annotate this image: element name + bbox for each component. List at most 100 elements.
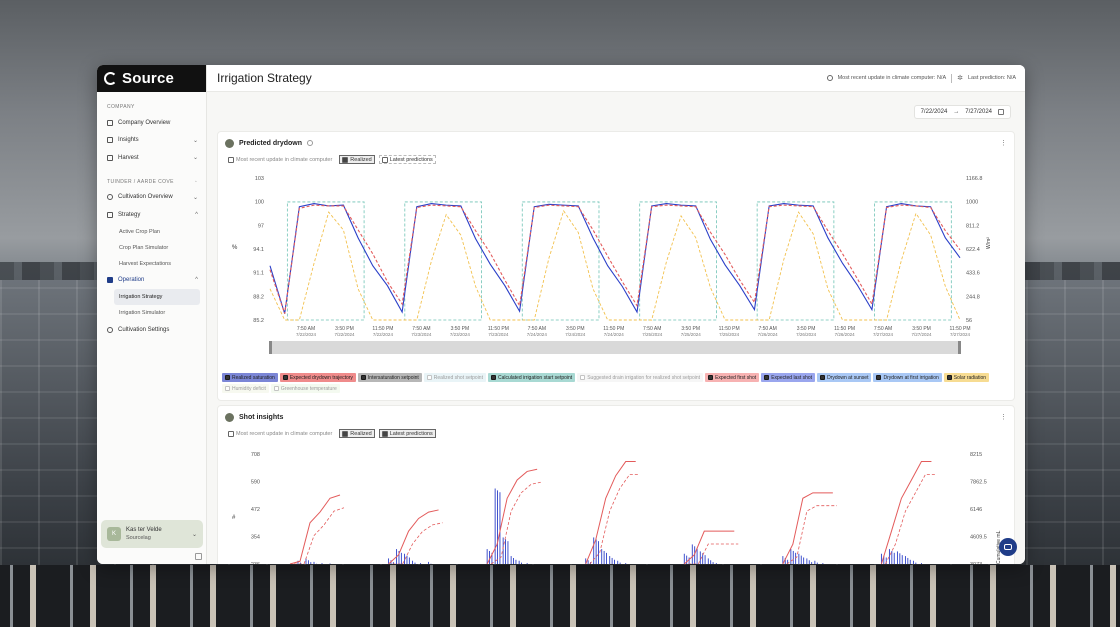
y-right-tick-label: 622.4 — [966, 247, 980, 253]
legend-label: Expected drydown trajectory — [289, 374, 353, 381]
legend-item[interactable]: Expected last shot — [761, 373, 816, 382]
checkbox-icon — [360, 375, 366, 380]
series-line — [269, 209, 961, 321]
legend-item[interactable]: Realized saturation — [222, 373, 278, 382]
arrow-right-icon: → — [953, 109, 960, 115]
legend-item[interactable]: Realized shot setpoint — [423, 373, 486, 382]
legend-item[interactable]: Drydown at first irrigation — [873, 373, 942, 382]
x-tick-date-label: 7/24/2024 — [604, 332, 625, 337]
y-left-tick-label: 97 — [258, 223, 264, 229]
legend-item[interactable]: Intersaturation setpoint — [357, 373, 422, 382]
legend-label: Expected first shot — [715, 374, 757, 381]
chevron-down-icon: ⌄ — [192, 155, 198, 162]
legend-item[interactable]: Humidity deficit — [222, 384, 269, 393]
main-content: Irrigation Strategy Most recent update i… — [207, 65, 1025, 564]
toggle-latest-predictions[interactable]: Latest predictions — [378, 429, 436, 438]
checkbox-icon — [490, 375, 496, 380]
legend-item[interactable]: Suggested drain irrigation for realized … — [577, 373, 704, 382]
x-tick-date-label: 7/25/2024 — [642, 332, 663, 337]
sidebar-item-operation[interactable]: Operation ^ — [97, 272, 206, 290]
legend-item[interactable]: Expected drydown trajectory — [279, 373, 356, 382]
date-range-picker[interactable]: 7/22/2024 → 7/27/2024 — [913, 105, 1011, 119]
sidebar-item-cultivation-overview[interactable]: Cultivation Overview ⌄ — [97, 189, 206, 207]
toggle-realized[interactable]: Realized — [339, 155, 375, 164]
x-tick-date-label: 7/26/2024 — [796, 332, 817, 337]
y-left-tick-label: 354 — [251, 535, 260, 541]
lightbulb-icon — [107, 211, 113, 218]
shot-insights-chart[interactable]: 708 590 472 354 236 8215 7862.5 6146 4609.5 3073 #… — [218, 446, 1016, 564]
sidebar-subitem-active-crop-plan[interactable]: Active Crop Plan — [97, 224, 206, 240]
info-icon[interactable] — [307, 140, 314, 146]
legend-item[interactable]: Solar radiation — [943, 373, 990, 382]
cumulative-prediction-line — [392, 522, 443, 564]
legend-label: Expected last shot — [771, 374, 813, 381]
checkbox-icon — [342, 430, 349, 437]
sidebar-item-insights[interactable]: Insights ⌄ — [97, 132, 206, 150]
setpoint-box — [639, 201, 717, 321]
user-account-menu[interactable]: K Kas ter Velde Sourcelag ⌄ — [101, 520, 203, 548]
date-end: 7/27/2024 — [965, 109, 992, 115]
sidebar-item-strategy[interactable]: Strategy ^ — [97, 206, 206, 224]
y-right-tick-label: 56 — [966, 318, 972, 324]
more-options-icon[interactable]: ⋮ — [1000, 139, 1007, 147]
sidebar-subitem-irrigation-strategy[interactable]: Irrigation Strategy — [114, 289, 200, 305]
cumulative-line — [289, 494, 341, 564]
chat-support-button[interactable] — [999, 538, 1017, 556]
legend-item[interactable]: Greenhouse temperature — [270, 384, 340, 393]
legend-label: Humidity deficit — [232, 385, 266, 392]
drydown-chart[interactable]: 103 100 97 94.1 91.1 88.2 85.2 1166.8 1000 811.2 6… — [218, 168, 1016, 360]
cumulative-line — [782, 492, 833, 564]
cumulative-prediction-line — [688, 543, 739, 564]
legend-item[interactable]: Expected first shot — [705, 373, 760, 382]
predicted-drydown-card: Predicted drydown ⋮ Most recent update i… — [217, 131, 1015, 401]
globe-icon — [107, 194, 113, 201]
legend-label: Realized shot setpoint — [433, 374, 483, 381]
checkbox-icon — [580, 375, 586, 380]
legend-item[interactable]: Drydown at sunset — [817, 373, 872, 382]
sidebar-item-company-overview[interactable]: Company Overview — [97, 114, 206, 132]
sidebar-subitem-harvest-expectations[interactable]: Harvest Expectations — [97, 256, 206, 272]
toggle-latest-predictions[interactable]: Latest predictions — [378, 155, 436, 164]
sidebar-subitem-crop-plan-simulator[interactable]: Crop Plan Simulator — [97, 240, 206, 256]
toggle-label: Most recent update in climate computer — [236, 156, 333, 163]
x-tick-date-label: 7/25/2024 — [719, 332, 740, 337]
cumulative-line — [388, 509, 439, 564]
toggle-most-recent-update-in-climate-computer[interactable]: Most recent update in climate computer — [225, 429, 335, 438]
x-tick-date-label: 7/22/2024 — [334, 332, 355, 337]
x-tick-date-label: 7/23/2024 — [488, 332, 509, 337]
more-options-icon[interactable]: ⋮ — [1000, 413, 1007, 421]
checkbox-icon — [946, 375, 952, 380]
checkbox-icon — [381, 430, 388, 437]
legend-label: Intersaturation setpoint — [367, 374, 419, 381]
y-right-tick-label: 7862.5 — [970, 480, 987, 486]
chart-icon — [107, 137, 113, 144]
page-title: Irrigation Strategy — [217, 71, 312, 85]
checkbox-icon — [708, 375, 714, 380]
date-start: 7/22/2024 — [920, 109, 948, 115]
brand-logo[interactable]: Source — [97, 65, 206, 92]
toggle-most-recent-update-in-climate-computer[interactable]: Most recent update in climate computer — [225, 155, 335, 164]
legend-label: Drydown at sunset — [827, 374, 869, 381]
shot-icon — [225, 412, 234, 422]
y-right-tick-label: 6146 — [970, 507, 982, 513]
chevron-down-icon: ⌄ — [192, 137, 198, 144]
toggle-realized[interactable]: Realized — [339, 429, 375, 438]
series-line — [269, 204, 961, 314]
cumulative-prediction-line — [885, 473, 936, 564]
user-org: Sourcelag — [126, 535, 151, 541]
card-title: Predicted drydown — [239, 139, 303, 147]
legend-item[interactable]: Calculated irrigation start setpoint — [487, 373, 576, 382]
collapse-sidebar-icon[interactable] — [195, 553, 202, 560]
sidebar-section-site[interactable]: TUINDER / AARDE COVE ◦ — [97, 167, 206, 185]
checkbox-icon — [282, 375, 288, 380]
x-tick-date-label: 7/26/2024 — [758, 332, 779, 337]
checkbox-icon — [225, 375, 230, 380]
y-right-tick-label: 3073 — [970, 562, 982, 564]
checkbox-icon — [228, 156, 234, 163]
cumulative-line — [683, 530, 735, 564]
sidebar-item-cultivation-settings[interactable]: Cultivation Settings — [97, 321, 206, 339]
checkbox-icon — [820, 375, 826, 380]
sidebar-subitem-irrigation-simulator[interactable]: Irrigation Simulator — [97, 305, 206, 321]
sidebar-item-harvest[interactable]: Harvest ⌄ — [97, 149, 206, 167]
calendar-icon — [998, 109, 1004, 115]
